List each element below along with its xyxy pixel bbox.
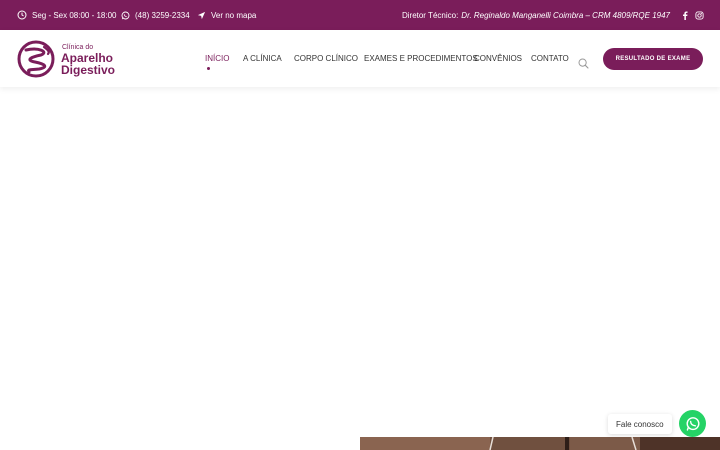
hours-text: Seg - Sex 08:00 - 18:00 xyxy=(32,10,117,20)
search-icon xyxy=(578,58,589,69)
phone-text: (48) 3259-2334 xyxy=(135,10,190,20)
nav-a-clinica[interactable]: A CLÍNICA xyxy=(243,54,282,63)
digestive-logo-icon xyxy=(17,40,55,78)
map-link-text: Ver no mapa xyxy=(211,10,257,20)
exam-results-button[interactable]: RESULTADO DE EXAME xyxy=(603,48,703,70)
nav-inicio[interactable]: INÍCIO xyxy=(205,54,229,63)
phone-info[interactable]: (48) 3259-2334 xyxy=(121,0,190,30)
technical-director: Diretor Técnico: Dr. Reginaldo Manganell… xyxy=(402,0,670,30)
logo-line-3: Digestivo xyxy=(61,63,116,77)
clinic-logo[interactable]: Clínica do Aparelho Digestivo xyxy=(17,39,117,79)
hero-image-graphic xyxy=(360,437,720,450)
active-nav-indicator xyxy=(207,67,210,70)
location-arrow-icon xyxy=(197,11,206,19)
nav-contato[interactable]: CONTATO xyxy=(531,54,569,63)
nav-corpo-clinico[interactable]: CORPO CLÍNICO xyxy=(294,54,358,63)
map-link[interactable]: Ver no mapa xyxy=(197,0,256,30)
director-label: Diretor Técnico: xyxy=(401,10,459,20)
logo-wordmark: Clínica do Aparelho Digestivo xyxy=(61,44,115,76)
instagram-icon xyxy=(695,10,704,20)
whatsapp-chat-button[interactable] xyxy=(679,410,706,437)
whatsapp-icon xyxy=(685,416,700,431)
top-bar: Seg - Sex 08:00 - 18:00 (48) 3259-2334 V… xyxy=(0,0,720,30)
logo-line-1: Clínica do xyxy=(62,44,94,51)
facebook-icon xyxy=(683,10,688,20)
chat-label[interactable]: Fale conosco xyxy=(608,414,672,434)
facebook-link[interactable] xyxy=(682,0,688,30)
search-button[interactable] xyxy=(578,56,589,74)
nav-convenios[interactable]: CONVÊNIOS xyxy=(474,54,522,63)
clock-icon xyxy=(17,10,27,20)
whatsapp-small-icon xyxy=(121,11,130,19)
instagram-link[interactable] xyxy=(695,0,704,30)
hero-image xyxy=(360,437,720,450)
director-name: Dr. Reginaldo Manganelli Coimbra – CRM 4… xyxy=(461,10,670,20)
hours-info: Seg - Sex 08:00 - 18:00 xyxy=(17,0,117,30)
nav-exames-procedimentos[interactable]: EXAMES E PROCEDIMENTOS xyxy=(364,54,478,63)
